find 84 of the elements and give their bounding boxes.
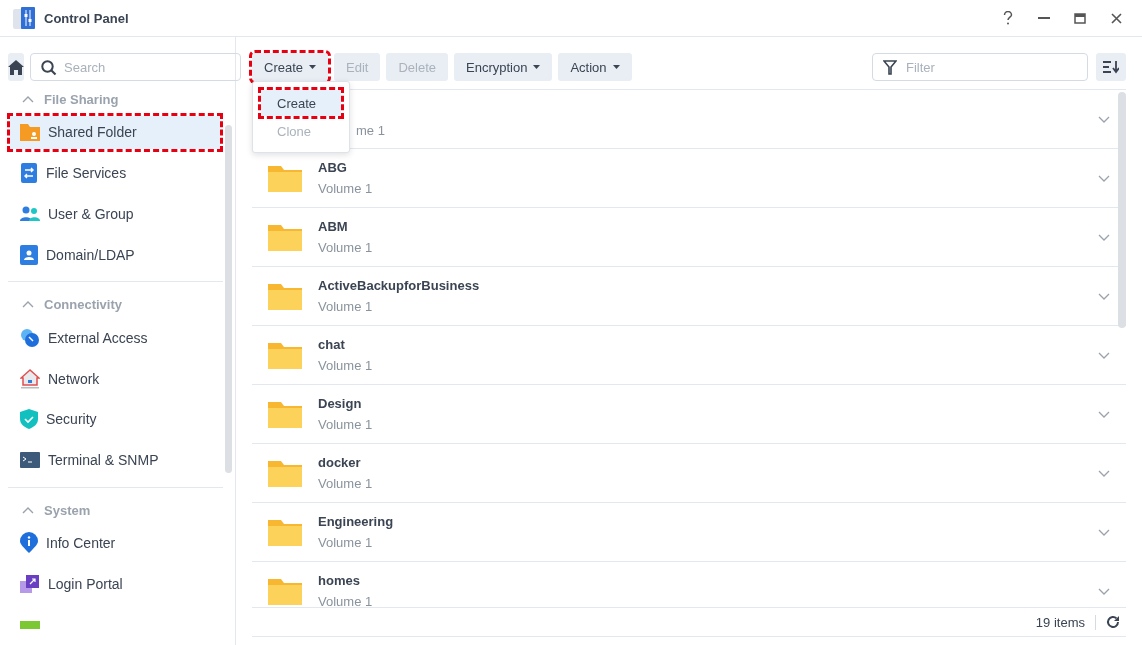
sidebar-item[interactable]: Security xyxy=(10,402,220,436)
control-panel-icon xyxy=(12,6,36,30)
folder-volume: Volume 1 xyxy=(318,535,374,550)
chevron-down-icon[interactable] xyxy=(1098,469,1110,477)
section-title: System xyxy=(44,502,91,518)
folder-volume: Volume 1 xyxy=(318,358,374,373)
refresh-button[interactable] xyxy=(1106,615,1120,629)
sidebar-item[interactable]: Shared Folder xyxy=(10,116,220,149)
item-count: 19 items xyxy=(1035,614,1096,630)
sort-icon xyxy=(1103,60,1119,74)
sidebar-item[interactable]: User & Group xyxy=(10,197,220,231)
folder-name: chat xyxy=(318,337,346,352)
portal-arrow-icon xyxy=(20,573,40,594)
home-icon xyxy=(8,59,24,75)
filter-field[interactable]: Filter xyxy=(872,53,1088,81)
chevron-down-icon[interactable] xyxy=(1098,587,1110,595)
filter-icon xyxy=(883,60,897,75)
folder-name: Engineering xyxy=(318,514,395,529)
sidebar-item[interactable]: Info Center xyxy=(10,526,220,560)
chevron-up-icon xyxy=(22,301,34,309)
folder-name: homes xyxy=(318,573,361,588)
menu-item[interactable]: Create xyxy=(261,90,341,116)
maximize-icon xyxy=(1074,12,1086,24)
folder-name: ABM xyxy=(318,219,349,234)
window-title: Control Panel xyxy=(44,10,130,26)
chevron-down-icon[interactable] xyxy=(1098,174,1110,182)
close-icon xyxy=(1110,12,1122,24)
folder-icon xyxy=(268,223,302,251)
sidebar-item[interactable]: External Access xyxy=(10,321,220,355)
folder-name: Design xyxy=(318,396,363,411)
chevron-down-icon[interactable] xyxy=(1098,292,1110,300)
shield-check-icon xyxy=(20,409,38,430)
section-title: File Sharing xyxy=(44,92,119,108)
section-title: Connectivity xyxy=(44,297,122,313)
users-icon xyxy=(20,206,40,223)
refresh-icon xyxy=(1106,615,1120,629)
contact-card-icon xyxy=(20,244,38,265)
folder-name: docker xyxy=(318,455,362,470)
chevron-down-icon[interactable] xyxy=(1098,233,1110,241)
sidebar-item[interactable]: Domain/LDAP xyxy=(10,238,220,272)
chevron-down-icon[interactable] xyxy=(1098,410,1110,418)
folder-icon xyxy=(268,282,302,310)
folder-name: ABG xyxy=(318,160,348,175)
sidebar-item[interactable]: Network xyxy=(10,362,220,395)
folder-name: ActiveBackupforBusiness xyxy=(318,278,481,293)
sidebar-item[interactable]: Login Portal xyxy=(10,567,220,601)
toolbar-button[interactable]: Encryption xyxy=(454,53,553,81)
question-mark-icon xyxy=(1003,11,1013,25)
search-field[interactable]: Search xyxy=(30,53,241,81)
folder-icon xyxy=(268,164,302,192)
scrollbar-thumb[interactable] xyxy=(1118,92,1126,328)
home-button[interactable] xyxy=(8,53,24,81)
sidebar-item[interactable]: File Services xyxy=(10,156,220,190)
folder-icon xyxy=(268,400,302,428)
chevron-down-icon[interactable] xyxy=(1098,351,1110,359)
folder-volume: Volume 1 xyxy=(318,299,374,314)
chevron-up-icon xyxy=(22,506,34,514)
terminal-icon xyxy=(20,452,40,469)
search-icon xyxy=(41,60,57,76)
app-icon xyxy=(20,620,40,629)
folder-icon xyxy=(268,341,302,369)
folder-icon xyxy=(268,459,302,487)
folder-user-icon xyxy=(20,123,40,142)
scrollbar-thumb[interactable] xyxy=(225,125,232,473)
minimize-icon xyxy=(1038,17,1050,19)
globe-link-icon xyxy=(20,327,40,348)
sidebar-item[interactable]: Terminal & SNMP xyxy=(10,443,220,477)
folder-volume: Volume 1 xyxy=(318,476,374,491)
chevron-down-icon[interactable] xyxy=(1098,115,1110,123)
house-network-icon xyxy=(20,368,40,389)
chevron-down-icon[interactable] xyxy=(1098,528,1110,536)
folder-volume: Volume 1 xyxy=(318,594,374,607)
folder-volume: Volume 1 xyxy=(318,417,374,432)
folder-volume: Volume 1 xyxy=(318,181,374,196)
folder-volume: me 1 xyxy=(356,122,386,138)
sort-button[interactable] xyxy=(1096,53,1126,81)
folder-volume: Volume 1 xyxy=(318,240,374,255)
info-pin-icon xyxy=(20,532,38,554)
chevron-up-icon xyxy=(22,96,34,104)
folder-icon xyxy=(268,577,302,605)
toolbar-button[interactable]: Action xyxy=(558,53,632,81)
toolbar-button[interactable]: Create xyxy=(252,53,329,81)
folder-icon xyxy=(268,518,302,546)
file-transfer-icon xyxy=(20,163,38,184)
